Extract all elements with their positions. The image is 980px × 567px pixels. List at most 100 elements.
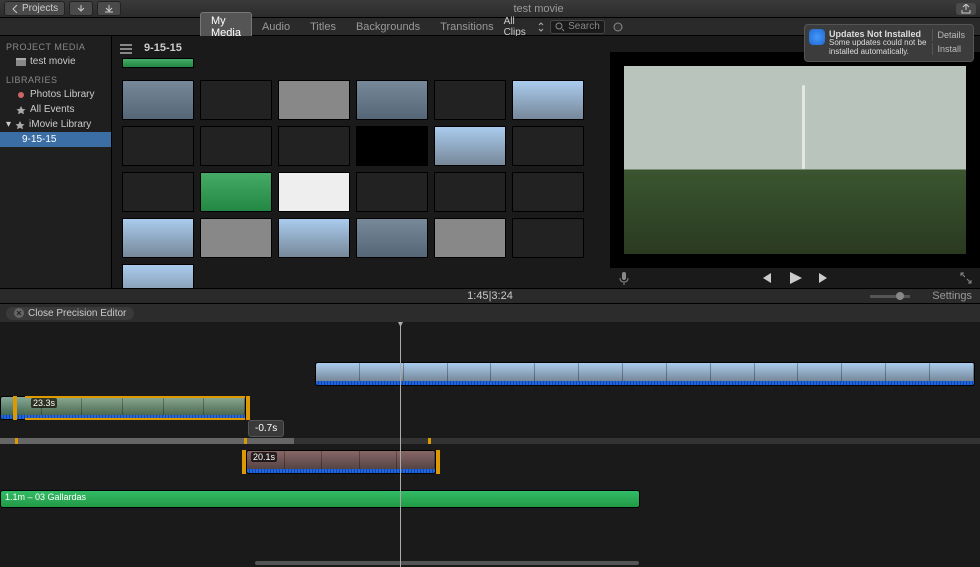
- timeline-clip-attached[interactable]: [315, 362, 975, 386]
- clip-thumbnail[interactable]: [356, 126, 428, 166]
- disclosure-triangle-icon[interactable]: ▾: [6, 119, 11, 130]
- sidebar-project[interactable]: test movie: [0, 54, 111, 69]
- clip-thumbnail[interactable]: [200, 172, 272, 212]
- clip-thumbnail[interactable]: [122, 126, 194, 166]
- timeline-clip[interactable]: 20.1s: [246, 450, 436, 474]
- sidebar-all-events[interactable]: All Events: [0, 102, 111, 117]
- precision-editor-bar: Close Precision Editor: [0, 304, 980, 322]
- back-to-projects[interactable]: Projects: [4, 1, 65, 16]
- clip-thumbnail[interactable]: [122, 264, 194, 288]
- share-button[interactable]: [956, 3, 976, 15]
- clip-thumbnail[interactable]: [512, 172, 584, 212]
- star-icon: [16, 106, 26, 114]
- notification-install-button[interactable]: Install: [932, 43, 969, 55]
- import-button[interactable]: [69, 1, 93, 16]
- project-media-header: PROJECT MEDIA: [0, 40, 111, 54]
- clip-thumbnail[interactable]: [200, 126, 272, 166]
- updown-arrows-icon: [537, 22, 544, 32]
- total-time: 3:24: [491, 290, 512, 302]
- close-precision-editor-button[interactable]: Close Precision Editor: [6, 307, 134, 320]
- sidebar-event[interactable]: 9-15-15: [0, 132, 111, 147]
- current-time: 1:45: [467, 290, 488, 302]
- timeline-audio-clip[interactable]: 1.1m – 03 Gallardas: [0, 490, 640, 508]
- search-icon: [555, 22, 565, 32]
- notification-body: Some updates could not be installed auto…: [829, 39, 928, 57]
- timecode-bar: 1:45 | 3:24 Settings: [0, 288, 980, 304]
- next-button[interactable]: [817, 271, 831, 285]
- tab-audio[interactable]: Audio: [252, 19, 300, 35]
- clip-thumbnail[interactable]: [512, 126, 584, 166]
- timeline[interactable]: 23.3s -0.7s 20.1s 1.1m – 03 Gallardas: [0, 322, 980, 567]
- fullscreen-button[interactable]: [960, 272, 972, 284]
- list-view-toggle[interactable]: [118, 42, 134, 56]
- prev-button[interactable]: [759, 271, 773, 285]
- clip-filter-dropdown[interactable]: All Clips: [504, 16, 545, 38]
- library-sidebar: PROJECT MEDIA test movie LIBRARIES Photo…: [0, 36, 112, 288]
- notification-details-button[interactable]: Details: [932, 29, 969, 41]
- close-x-icon: [14, 308, 24, 318]
- viewer-canvas[interactable]: [610, 52, 980, 268]
- clip-thumbnail[interactable]: [122, 218, 194, 258]
- edit-gap-bar[interactable]: [0, 438, 980, 444]
- clip-thumbnail[interactable]: [512, 218, 584, 258]
- event-header: 9-15-15: [118, 42, 604, 54]
- share-icon: [961, 4, 971, 14]
- preview-viewer: [610, 36, 980, 288]
- clip-thumbnail[interactable]: [356, 80, 428, 120]
- clip-thumbnail[interactable]: [512, 80, 584, 120]
- playhead[interactable]: [400, 322, 401, 567]
- precision-trim-region[interactable]: [25, 396, 245, 420]
- clip-thumbnail[interactable]: [278, 126, 350, 166]
- photos-icon: [16, 91, 26, 99]
- import-down-arrow-icon: [76, 5, 86, 13]
- preview-frame: [624, 66, 966, 254]
- trim-handle-left[interactable]: [242, 450, 246, 474]
- clip-thumbnail[interactable]: [434, 172, 506, 212]
- clip-thumbnail[interactable]: [200, 218, 272, 258]
- timeline-scrollbar[interactable]: [255, 561, 639, 565]
- playback-controls: [610, 268, 980, 288]
- clip-thumbnail[interactable]: [278, 80, 350, 120]
- clip-thumbnail[interactable]: [122, 58, 194, 68]
- back-label: Projects: [22, 3, 58, 14]
- settings-button[interactable]: Settings: [932, 290, 972, 302]
- browser-row: PROJECT MEDIA test movie LIBRARIES Photo…: [0, 36, 980, 288]
- sidebar-imovie-library[interactable]: ▾ iMovie Library: [0, 117, 111, 132]
- clip-thumbnail[interactable]: [278, 172, 350, 212]
- sidebar-photos-library[interactable]: Photos Library: [0, 87, 111, 102]
- clip-thumbnail[interactable]: [122, 80, 194, 120]
- clip-grid: [118, 58, 604, 288]
- clip-thumbnail[interactable]: [278, 218, 350, 258]
- tab-titles[interactable]: Titles: [300, 19, 346, 35]
- clip-thumbnail[interactable]: [122, 172, 194, 212]
- tab-transitions[interactable]: Transitions: [430, 19, 503, 35]
- audio-clip-title: 1.1m – 03 Gallardas: [1, 491, 639, 503]
- clip-browser: 9-15-15: [112, 36, 610, 288]
- clip-thumbnail[interactable]: [356, 218, 428, 258]
- import-media-button[interactable]: [97, 1, 121, 16]
- clip-thumbnail[interactable]: [200, 80, 272, 120]
- play-button[interactable]: [787, 270, 803, 286]
- voiceover-button[interactable]: [618, 271, 630, 285]
- tab-backgrounds[interactable]: Backgrounds: [346, 19, 430, 35]
- zoom-slider[interactable]: [870, 295, 910, 298]
- appstore-icon: [809, 29, 825, 45]
- search-input[interactable]: Search: [550, 20, 605, 34]
- theater-mode-icon[interactable]: [611, 20, 625, 34]
- clip-thumbnail[interactable]: [434, 80, 506, 120]
- trim-handle-right[interactable]: [246, 396, 250, 420]
- clip-thumbnail[interactable]: [434, 126, 506, 166]
- trim-handle-right[interactable]: [436, 450, 440, 474]
- download-icon: [104, 5, 114, 13]
- clip-thumbnail[interactable]: [356, 172, 428, 212]
- microphone-icon: [618, 271, 630, 285]
- clip-duration-label: 20.1s: [251, 452, 277, 462]
- system-notification: Updates Not Installed Some updates could…: [804, 24, 974, 62]
- trim-handle-left[interactable]: [13, 396, 17, 420]
- clip-thumbnail[interactable]: [434, 218, 506, 258]
- back-chevron-icon: [11, 5, 19, 13]
- libraries-header: LIBRARIES: [0, 73, 111, 87]
- library-star-icon: [15, 121, 25, 129]
- trim-delta-tooltip: -0.7s: [248, 420, 284, 437]
- clapper-icon: [16, 58, 26, 66]
